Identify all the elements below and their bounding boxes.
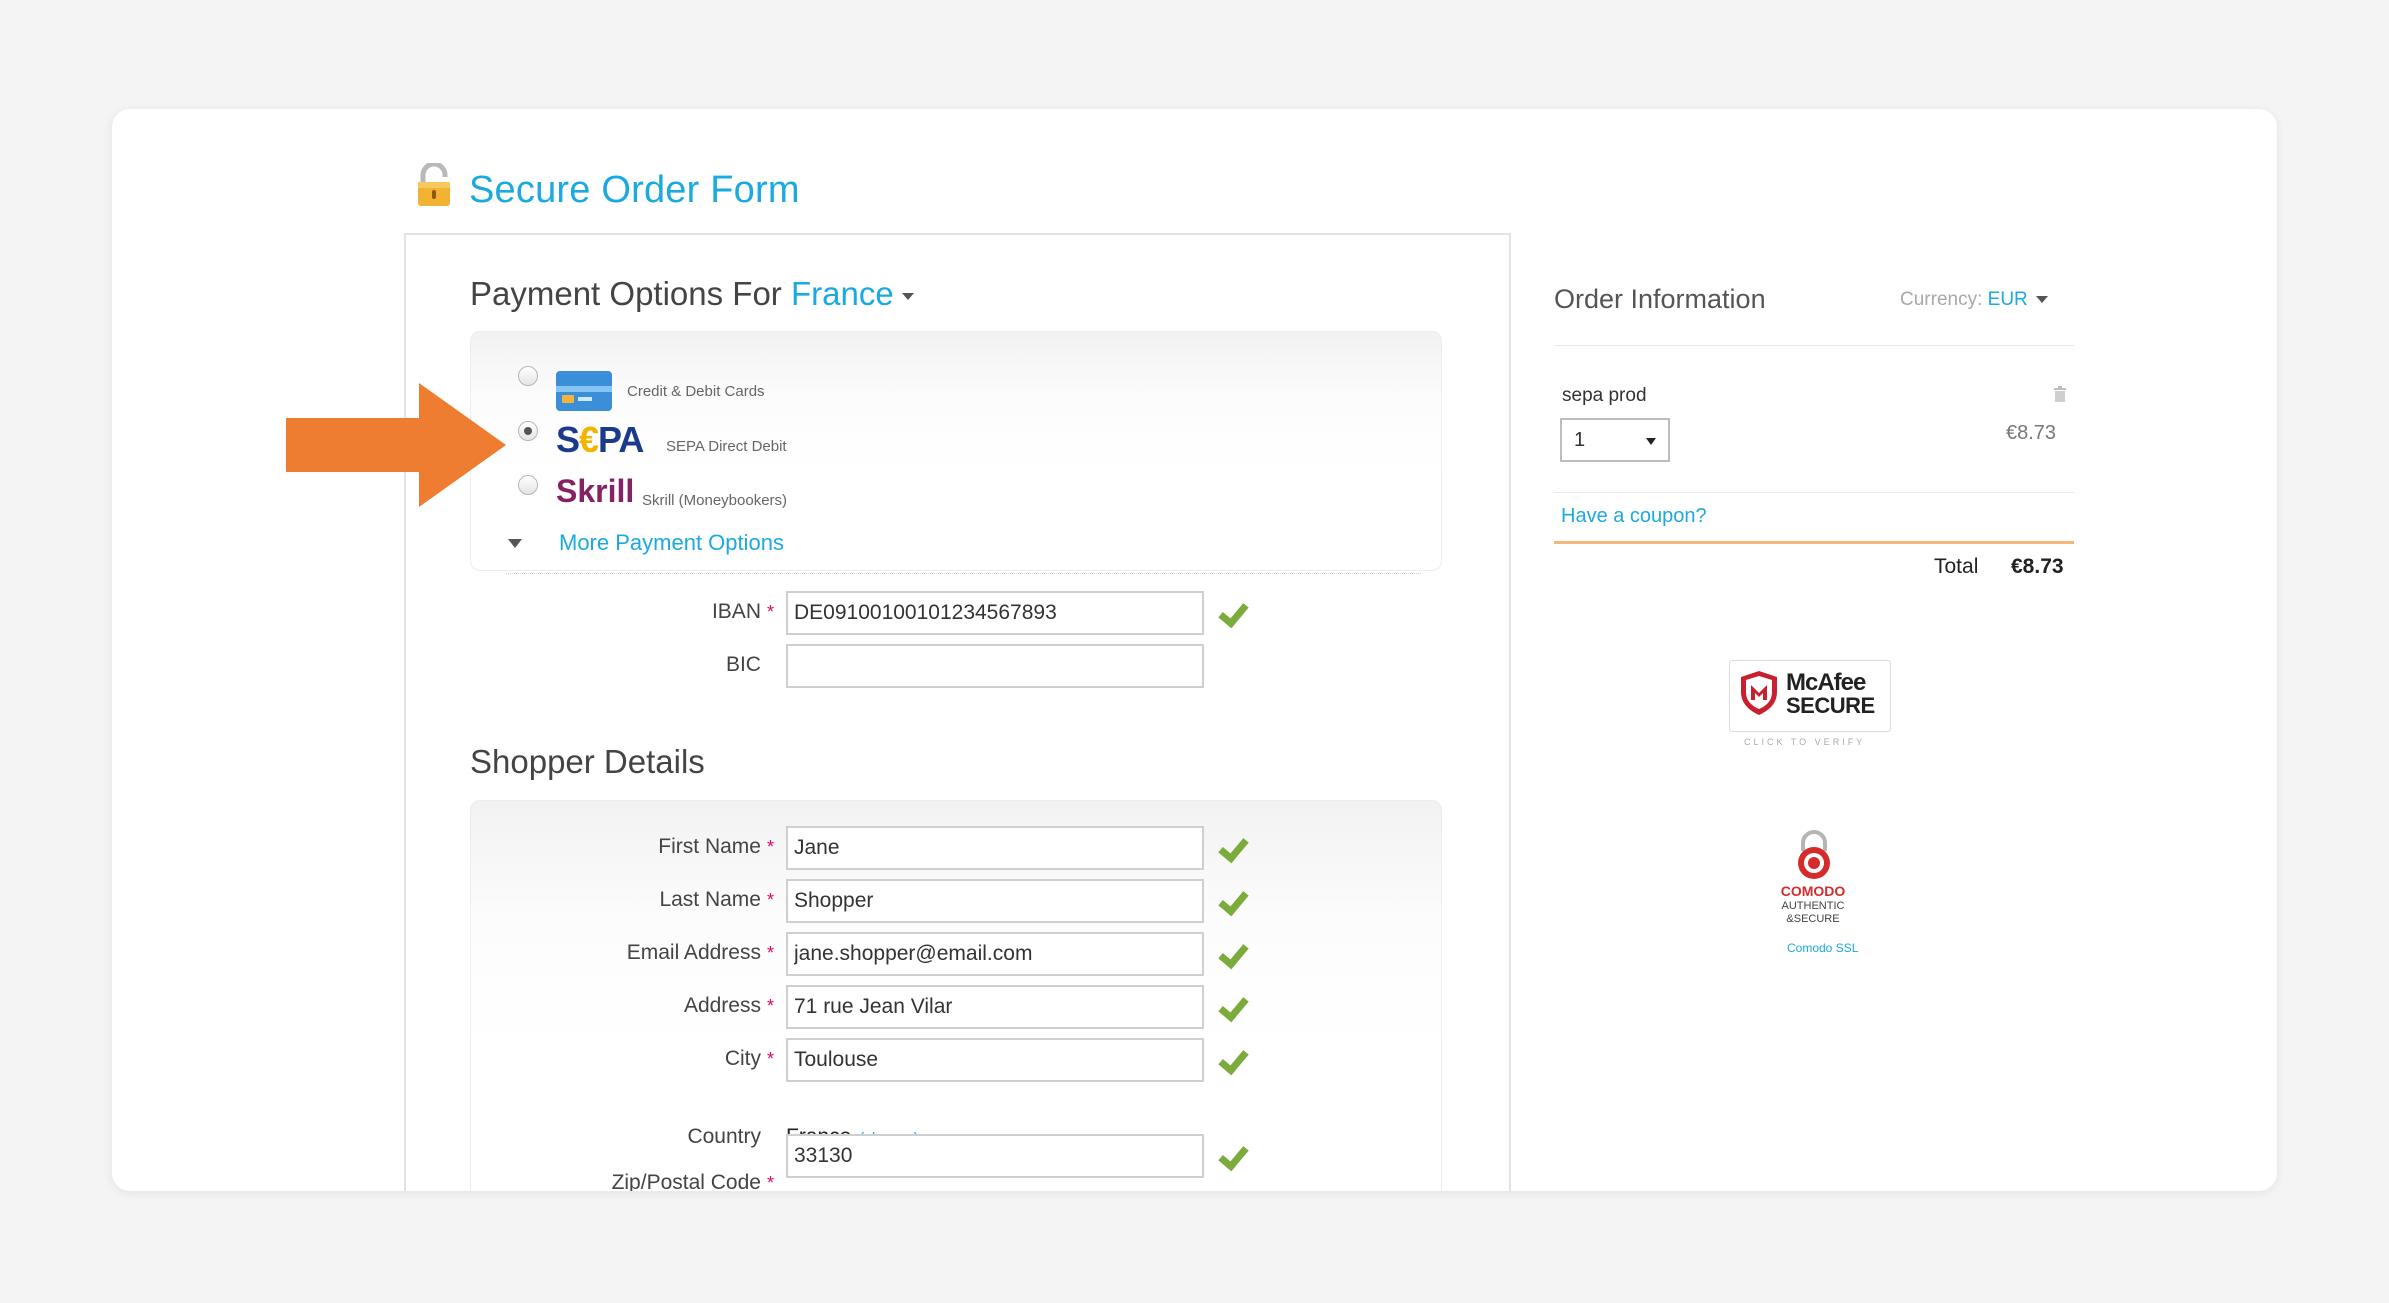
bic-label: BIC* bbox=[474, 653, 774, 677]
comodo-name: COMODO bbox=[1780, 883, 1846, 899]
expand-caret-icon[interactable] bbox=[508, 539, 522, 548]
address-input[interactable] bbox=[786, 985, 1204, 1029]
currency-selector[interactable]: Currency: EUR bbox=[1900, 289, 2048, 311]
mcafee-verify-text: CLICK TO VERIFY bbox=[1744, 737, 1866, 747]
caret-down-icon bbox=[2035, 296, 2048, 304]
option-label-skrill: Skrill (Moneybookers) bbox=[642, 492, 788, 509]
total-divider bbox=[1554, 541, 2074, 544]
email-input[interactable] bbox=[786, 932, 1204, 976]
radio-skrill[interactable] bbox=[518, 475, 538, 495]
iban-input[interactable] bbox=[786, 591, 1204, 635]
currency-value: EUR bbox=[1987, 289, 2028, 310]
radio-sepa-direct-debit[interactable] bbox=[518, 421, 538, 441]
last-name-label: Last Name * bbox=[474, 888, 774, 912]
mcafee-secure-text: SECURE bbox=[1786, 693, 1875, 718]
zip-label: Zip/Postal Code * bbox=[474, 1171, 774, 1191]
required-marker: * bbox=[766, 837, 774, 857]
payment-country-selector[interactable]: France bbox=[791, 275, 914, 312]
more-payment-options-link[interactable]: More Payment Options bbox=[559, 530, 784, 556]
required-marker: * bbox=[766, 996, 774, 1016]
total-label: Total bbox=[1934, 555, 1979, 578]
page-title: Secure Order Form bbox=[469, 169, 800, 211]
required-marker: * bbox=[766, 890, 774, 910]
sepa-logo-pa: PA bbox=[598, 419, 644, 460]
padlock-icon bbox=[418, 163, 450, 206]
caret-down-icon bbox=[1646, 438, 1656, 445]
shopper-details-heading: Shopper Details bbox=[470, 743, 705, 780]
option-label-cards: Credit & Debit Cards bbox=[627, 383, 765, 400]
credit-card-icon bbox=[556, 371, 612, 411]
payment-country-value: France bbox=[790, 275, 894, 312]
order-divider bbox=[1554, 492, 2074, 493]
valid-check-icon bbox=[1218, 1142, 1248, 1168]
comodo-authentic-text: AUTHENTIC bbox=[1781, 900, 1845, 912]
valid-check-icon bbox=[1218, 993, 1248, 1019]
product-name: sepa prod bbox=[1562, 385, 1647, 406]
skrill-logo: Skrill bbox=[556, 473, 635, 509]
sepa-logo: S€PA bbox=[556, 419, 644, 461]
valid-check-icon bbox=[1218, 940, 1248, 966]
last-name-label-text: Last Name bbox=[659, 888, 761, 911]
required-marker: * bbox=[766, 602, 774, 622]
currency-label: Currency: bbox=[1900, 289, 1983, 310]
zip-input[interactable] bbox=[786, 1134, 1204, 1178]
iban-label: IBAN * bbox=[474, 600, 774, 624]
option-label-sepa: SEPA Direct Debit bbox=[666, 438, 787, 455]
coupon-link[interactable]: Have a coupon? bbox=[1561, 505, 1707, 528]
valid-check-icon bbox=[1218, 599, 1248, 625]
order-information-title: Order Information bbox=[1554, 284, 1766, 314]
quantity-value: 1 bbox=[1574, 429, 1586, 451]
first-name-input[interactable] bbox=[786, 826, 1204, 870]
euro-icon: € bbox=[579, 419, 599, 460]
arrow-right-icon bbox=[286, 383, 506, 507]
address-label-text: Address bbox=[683, 994, 761, 1017]
last-name-input[interactable] bbox=[786, 879, 1204, 923]
email-label: Email Address * bbox=[474, 941, 774, 965]
comodo-ssl-link[interactable]: Comodo SSL bbox=[1787, 941, 1858, 955]
payment-heading-prefix: Payment Options For bbox=[470, 275, 782, 312]
payment-options-heading: Payment Options For France bbox=[470, 275, 914, 313]
required-marker: * bbox=[766, 943, 774, 963]
country-label-text: Country bbox=[687, 1125, 761, 1148]
required-marker: * bbox=[766, 1173, 774, 1191]
valid-check-icon bbox=[1218, 834, 1248, 860]
comodo-lock-icon[interactable] bbox=[1793, 829, 1835, 881]
first-name-label: First Name * bbox=[474, 835, 774, 859]
payment-divider bbox=[506, 573, 1421, 574]
trash-icon[interactable] bbox=[2053, 386, 2067, 402]
product-price: €8.73 bbox=[2006, 422, 2057, 444]
city-label: City * bbox=[474, 1047, 774, 1071]
sepa-logo-s: S bbox=[556, 419, 580, 460]
address-label: Address * bbox=[474, 994, 774, 1018]
order-divider bbox=[1554, 345, 2074, 346]
total-value: €8.73 bbox=[2011, 555, 2064, 578]
valid-check-icon bbox=[1218, 887, 1248, 913]
zip-label-text: Zip/Postal Code bbox=[611, 1171, 761, 1191]
city-input[interactable] bbox=[786, 1038, 1204, 1082]
country-label: Country* bbox=[474, 1125, 774, 1149]
shield-icon bbox=[1741, 671, 1777, 715]
mcafee-secure-badge[interactable]: McAfee SECURE bbox=[1729, 660, 1891, 732]
email-label-text: Email Address bbox=[626, 941, 761, 964]
required-marker: * bbox=[766, 1049, 774, 1069]
comodo-secure-text: &SECURE bbox=[1786, 913, 1840, 925]
radio-credit-debit-cards[interactable] bbox=[518, 366, 538, 386]
bic-input[interactable] bbox=[786, 644, 1204, 688]
city-label-text: City bbox=[724, 1047, 761, 1070]
valid-check-icon bbox=[1218, 1046, 1248, 1072]
bic-label-text: BIC bbox=[725, 653, 761, 676]
first-name-label-text: First Name bbox=[658, 835, 761, 858]
iban-label-text: IBAN bbox=[711, 600, 761, 623]
quantity-select[interactable]: 1 bbox=[1560, 418, 1670, 462]
screenshot-card: Secure Order Form Payment Options For Fr… bbox=[112, 109, 2277, 1191]
caret-down-icon bbox=[901, 292, 914, 300]
